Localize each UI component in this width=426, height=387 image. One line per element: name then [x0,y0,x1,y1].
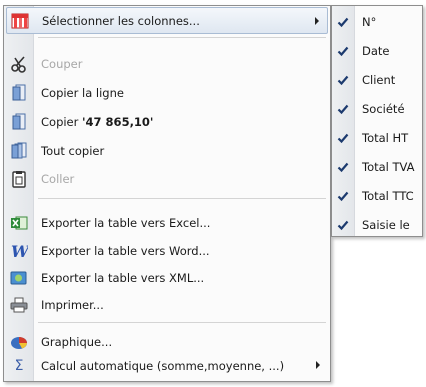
chart-label: Graphique... [41,334,113,349]
submenu-arrow-icon [316,361,320,369]
cut-item[interactable]: Couper [6,50,328,77]
scissors-icon [6,50,32,77]
copy-all-item[interactable]: Tout copier [6,137,328,164]
xml-icon [6,264,32,291]
column-toggle-total-ttc[interactable]: Total TTC [334,182,420,209]
word-icon: W [6,237,32,264]
export-word-label: Exporter la table vers Word... [41,243,210,258]
separator [38,322,326,323]
copy-value-prefix: Copier [41,114,83,129]
pie-chart-icon [6,328,32,355]
submenu-arrow-icon [315,17,319,25]
column-toggle-client[interactable]: Client [334,66,420,93]
column-label: Saisie le [362,217,410,232]
checkmark-icon [334,161,352,173]
column-toggle-total-ht[interactable]: Total HT [334,124,420,151]
cut-label: Couper [41,56,83,71]
copy-all-label: Tout copier [41,143,105,158]
printer-icon [6,291,32,318]
column-label: Date [362,43,390,58]
copy-page-icon [6,108,32,135]
column-toggle-saisie-le[interactable]: Saisie le [334,211,420,238]
copy-line-label: Copier la ligne [41,85,124,100]
svg-text:W: W [11,243,28,259]
column-label: Total HT [362,130,409,145]
auto-calc-item[interactable]: Σ Calcul automatique (somme,moyenne, ...… [6,352,328,379]
separator [38,198,326,199]
context-menu: Sélectionner les colonnes... Couper Copi… [3,5,331,382]
export-excel-label: Exporter la table vers Excel... [41,215,211,230]
column-label: Client [362,72,396,87]
checkmark-icon [334,103,352,115]
copy-page-icon [6,79,32,106]
chart-item[interactable]: Graphique... [6,328,328,355]
columns-submenu: N° Date Client Société Total HT Total TVA Tota… [331,5,423,237]
copy-value-item[interactable]: Copier '47 865,10' [6,108,328,135]
select-columns-item[interactable]: Sélectionner les colonnes... [6,7,328,34]
paste-item[interactable]: Coller [6,165,328,192]
select-columns-label: Sélectionner les colonnes... [42,13,200,28]
checkmark-icon [334,45,352,57]
column-toggle-date[interactable]: Date [334,37,420,64]
column-toggle-numero[interactable]: N° [334,8,420,35]
copy-line-item[interactable]: Copier la ligne [6,79,328,106]
column-toggle-total-tva[interactable]: Total TVA [334,153,420,180]
column-label: N° [362,14,377,29]
columns-table-icon [7,7,33,34]
checkmark-icon [334,132,352,144]
column-toggle-societe[interactable]: Société [334,95,420,122]
copy-value-text: '47 865,10' [82,114,154,129]
checkmark-icon [334,219,352,231]
auto-calc-label: Calcul automatique (somme,moyenne, ...) [41,358,285,373]
checkmark-icon [334,190,352,202]
print-label: Imprimer... [41,297,104,312]
copy-value-label: Copier '47 865,10' [41,115,153,129]
column-label: Société [362,101,405,116]
export-xml-item[interactable]: Exporter la table vers XML... [6,264,328,291]
checkmark-icon [334,16,352,28]
checkmark-icon [334,74,352,86]
paste-label: Coller [41,171,75,186]
copy-pages-icon [6,137,32,164]
excel-icon [6,209,32,236]
export-xml-label: Exporter la table vers XML... [41,270,205,285]
column-label: Total TTC [362,188,414,203]
export-word-item[interactable]: W Exporter la table vers Word... [6,237,328,264]
print-item[interactable]: Imprimer... [6,291,328,318]
sigma-icon: Σ [14,357,24,374]
clipboard-icon [6,165,32,192]
column-label: Total TVA [362,159,415,174]
separator [38,37,326,38]
export-excel-item[interactable]: Exporter la table vers Excel... [6,209,328,236]
